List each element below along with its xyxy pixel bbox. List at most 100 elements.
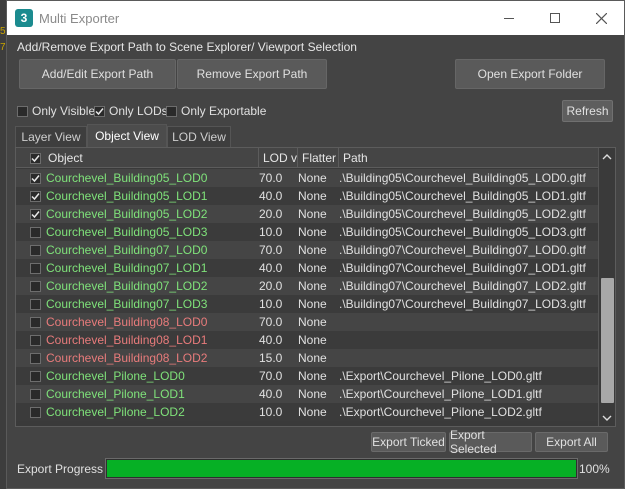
- lod-value[interactable]: 70.0: [259, 367, 282, 385]
- flatten-value[interactable]: None: [298, 277, 327, 295]
- lod-value[interactable]: 40.0: [259, 259, 282, 277]
- table-row[interactable]: Courchevel_Building05_LOD0 70.0 None .\Buil…: [16, 169, 598, 187]
- only-exportable-checkbox[interactable]: Only Exportable: [166, 103, 266, 119]
- tab-object-view[interactable]: Object View: [87, 124, 167, 147]
- refresh-button[interactable]: Refresh: [562, 100, 613, 122]
- row-checkbox-cell[interactable]: [30, 385, 45, 403]
- export-ticked-button[interactable]: Export Ticked: [371, 432, 446, 452]
- lod-value[interactable]: 40.0: [259, 187, 282, 205]
- flatten-value[interactable]: None: [298, 367, 327, 385]
- lod-value[interactable]: 15.0: [259, 349, 282, 367]
- flatten-value[interactable]: None: [298, 241, 327, 259]
- lod-value[interactable]: 40.0: [259, 331, 282, 349]
- row-checkbox-cell[interactable]: [30, 295, 45, 313]
- object-name[interactable]: Courchevel_Building08_LOD0: [46, 313, 207, 331]
- row-checkbox-cell[interactable]: [30, 313, 45, 331]
- export-path[interactable]: .\Building07\Courchevel_Building07_LOD3.…: [339, 295, 586, 313]
- lod-value[interactable]: 10.0: [259, 223, 282, 241]
- object-name[interactable]: Courchevel_Building07_LOD1: [46, 259, 207, 277]
- object-name[interactable]: Courchevel_Pilone_LOD1: [46, 385, 185, 403]
- remove-export-path-button[interactable]: Remove Export Path: [177, 59, 327, 89]
- row-checkbox[interactable]: [30, 406, 41, 418]
- lod-value[interactable]: 20.0: [259, 205, 282, 223]
- lod-value[interactable]: 70.0: [259, 241, 282, 259]
- export-path[interactable]: .\Building07\Courchevel_Building07_LOD2.…: [339, 277, 586, 295]
- object-name[interactable]: Courchevel_Pilone_LOD2: [46, 403, 185, 421]
- object-name[interactable]: Courchevel_Building07_LOD0: [46, 241, 207, 259]
- object-name[interactable]: Courchevel_Building07_LOD3: [46, 295, 207, 313]
- flatten-value[interactable]: None: [298, 349, 327, 367]
- scroll-down-button[interactable]: [599, 409, 615, 426]
- row-checkbox[interactable]: [30, 334, 41, 346]
- tab-layer-view[interactable]: Layer View: [15, 126, 87, 147]
- lod-value[interactable]: 20.0: [259, 277, 282, 295]
- object-name[interactable]: Courchevel_Building07_LOD2: [46, 277, 207, 295]
- flatten-value[interactable]: None: [298, 205, 327, 223]
- column-header-flatten[interactable]: Flatter: [298, 148, 339, 168]
- flatten-value[interactable]: None: [298, 223, 327, 241]
- export-path[interactable]: .\Building05\Courchevel_Building05_LOD0.…: [339, 169, 586, 187]
- object-name[interactable]: Courchevel_Building08_LOD1: [46, 331, 207, 349]
- export-selected-button[interactable]: Export Selected: [449, 428, 532, 456]
- export-path[interactable]: .\Building07\Courchevel_Building07_LOD1.…: [339, 259, 586, 277]
- flatten-value[interactable]: None: [298, 331, 327, 349]
- row-checkbox-cell[interactable]: [30, 403, 45, 421]
- column-header-object[interactable]: Object: [16, 148, 259, 168]
- tab-lod-view[interactable]: LOD View: [167, 126, 231, 147]
- checkbox-box[interactable]: [94, 105, 105, 117]
- checkbox-box[interactable]: [166, 105, 177, 117]
- row-checkbox[interactable]: [30, 190, 41, 202]
- row-checkbox[interactable]: [30, 370, 41, 382]
- export-path[interactable]: .\Building07\Courchevel_Building07_LOD0.…: [339, 241, 586, 259]
- lod-value[interactable]: 70.0: [259, 313, 282, 331]
- table-row[interactable]: Courchevel_Building08_LOD2 15.0 None: [16, 349, 598, 367]
- row-checkbox[interactable]: [30, 226, 41, 238]
- table-row[interactable]: Courchevel_Building07_LOD3 10.0 None .\Buil…: [16, 295, 598, 313]
- row-checkbox-cell[interactable]: [30, 187, 45, 205]
- object-name[interactable]: Courchevel_Pilone_LOD0: [46, 367, 185, 385]
- export-path[interactable]: .\Building05\Courchevel_Building05_LOD1.…: [339, 187, 586, 205]
- table-row[interactable]: Courchevel_Building05_LOD3 10.0 None .\Buil…: [16, 223, 598, 241]
- row-checkbox[interactable]: [30, 388, 41, 400]
- flatten-value[interactable]: None: [298, 295, 327, 313]
- lod-value[interactable]: 10.0: [259, 295, 282, 313]
- export-path[interactable]: .\Building05\Courchevel_Building05_LOD2.…: [339, 205, 586, 223]
- row-checkbox[interactable]: [30, 172, 41, 184]
- table-row[interactable]: Courchevel_Pilone_LOD1 40.0 None .\Export\C…: [16, 385, 598, 403]
- add-edit-export-path-button[interactable]: Add/Edit Export Path: [19, 59, 176, 89]
- only-visible-checkbox[interactable]: Only Visible: [17, 103, 95, 119]
- lod-value[interactable]: 10.0: [259, 403, 282, 421]
- table-row[interactable]: Courchevel_Building07_LOD1 40.0 None .\Buil…: [16, 259, 598, 277]
- object-name[interactable]: Courchevel_Building08_LOD2: [46, 349, 207, 367]
- row-checkbox[interactable]: [30, 262, 41, 274]
- flatten-value[interactable]: None: [298, 169, 327, 187]
- flatten-value[interactable]: None: [298, 187, 327, 205]
- minimize-button[interactable]: [486, 1, 532, 35]
- row-checkbox-cell[interactable]: [30, 169, 45, 187]
- object-name[interactable]: Courchevel_Building05_LOD0: [46, 169, 207, 187]
- open-export-folder-button[interactable]: Open Export Folder: [455, 59, 605, 89]
- select-all-checkbox[interactable]: [30, 152, 41, 164]
- flatten-value[interactable]: None: [298, 259, 327, 277]
- export-path[interactable]: .\Building05\Courchevel_Building05_LOD3.…: [339, 223, 586, 241]
- table-row[interactable]: Courchevel_Building07_LOD2 20.0 None .\Buil…: [16, 277, 598, 295]
- row-checkbox-cell[interactable]: [30, 349, 45, 367]
- export-path[interactable]: .\Export\Courchevel_Pilone_LOD1.gltf: [339, 385, 542, 403]
- vertical-scrollbar[interactable]: [598, 148, 615, 426]
- only-lods-checkbox[interactable]: Only LODs: [94, 103, 168, 119]
- row-checkbox-cell[interactable]: [30, 367, 45, 385]
- table-row[interactable]: Courchevel_Pilone_LOD2 10.0 None .\Export\C…: [16, 403, 598, 421]
- maximize-button[interactable]: [532, 1, 578, 35]
- row-checkbox[interactable]: [30, 244, 41, 256]
- flatten-value[interactable]: None: [298, 385, 327, 403]
- row-checkbox-cell[interactable]: [30, 223, 45, 241]
- scrollbar-thumb[interactable]: [601, 278, 614, 403]
- table-row[interactable]: Courchevel_Building08_LOD1 40.0 None: [16, 331, 598, 349]
- flatten-value[interactable]: None: [298, 403, 327, 421]
- row-checkbox[interactable]: [30, 208, 41, 220]
- column-header-path[interactable]: Path: [339, 148, 598, 168]
- row-checkbox[interactable]: [30, 316, 41, 328]
- row-checkbox-cell[interactable]: [30, 277, 45, 295]
- table-row[interactable]: Courchevel_Pilone_LOD0 70.0 None .\Export\C…: [16, 367, 598, 385]
- table-row[interactable]: Courchevel_Building08_LOD0 70.0 None: [16, 313, 598, 331]
